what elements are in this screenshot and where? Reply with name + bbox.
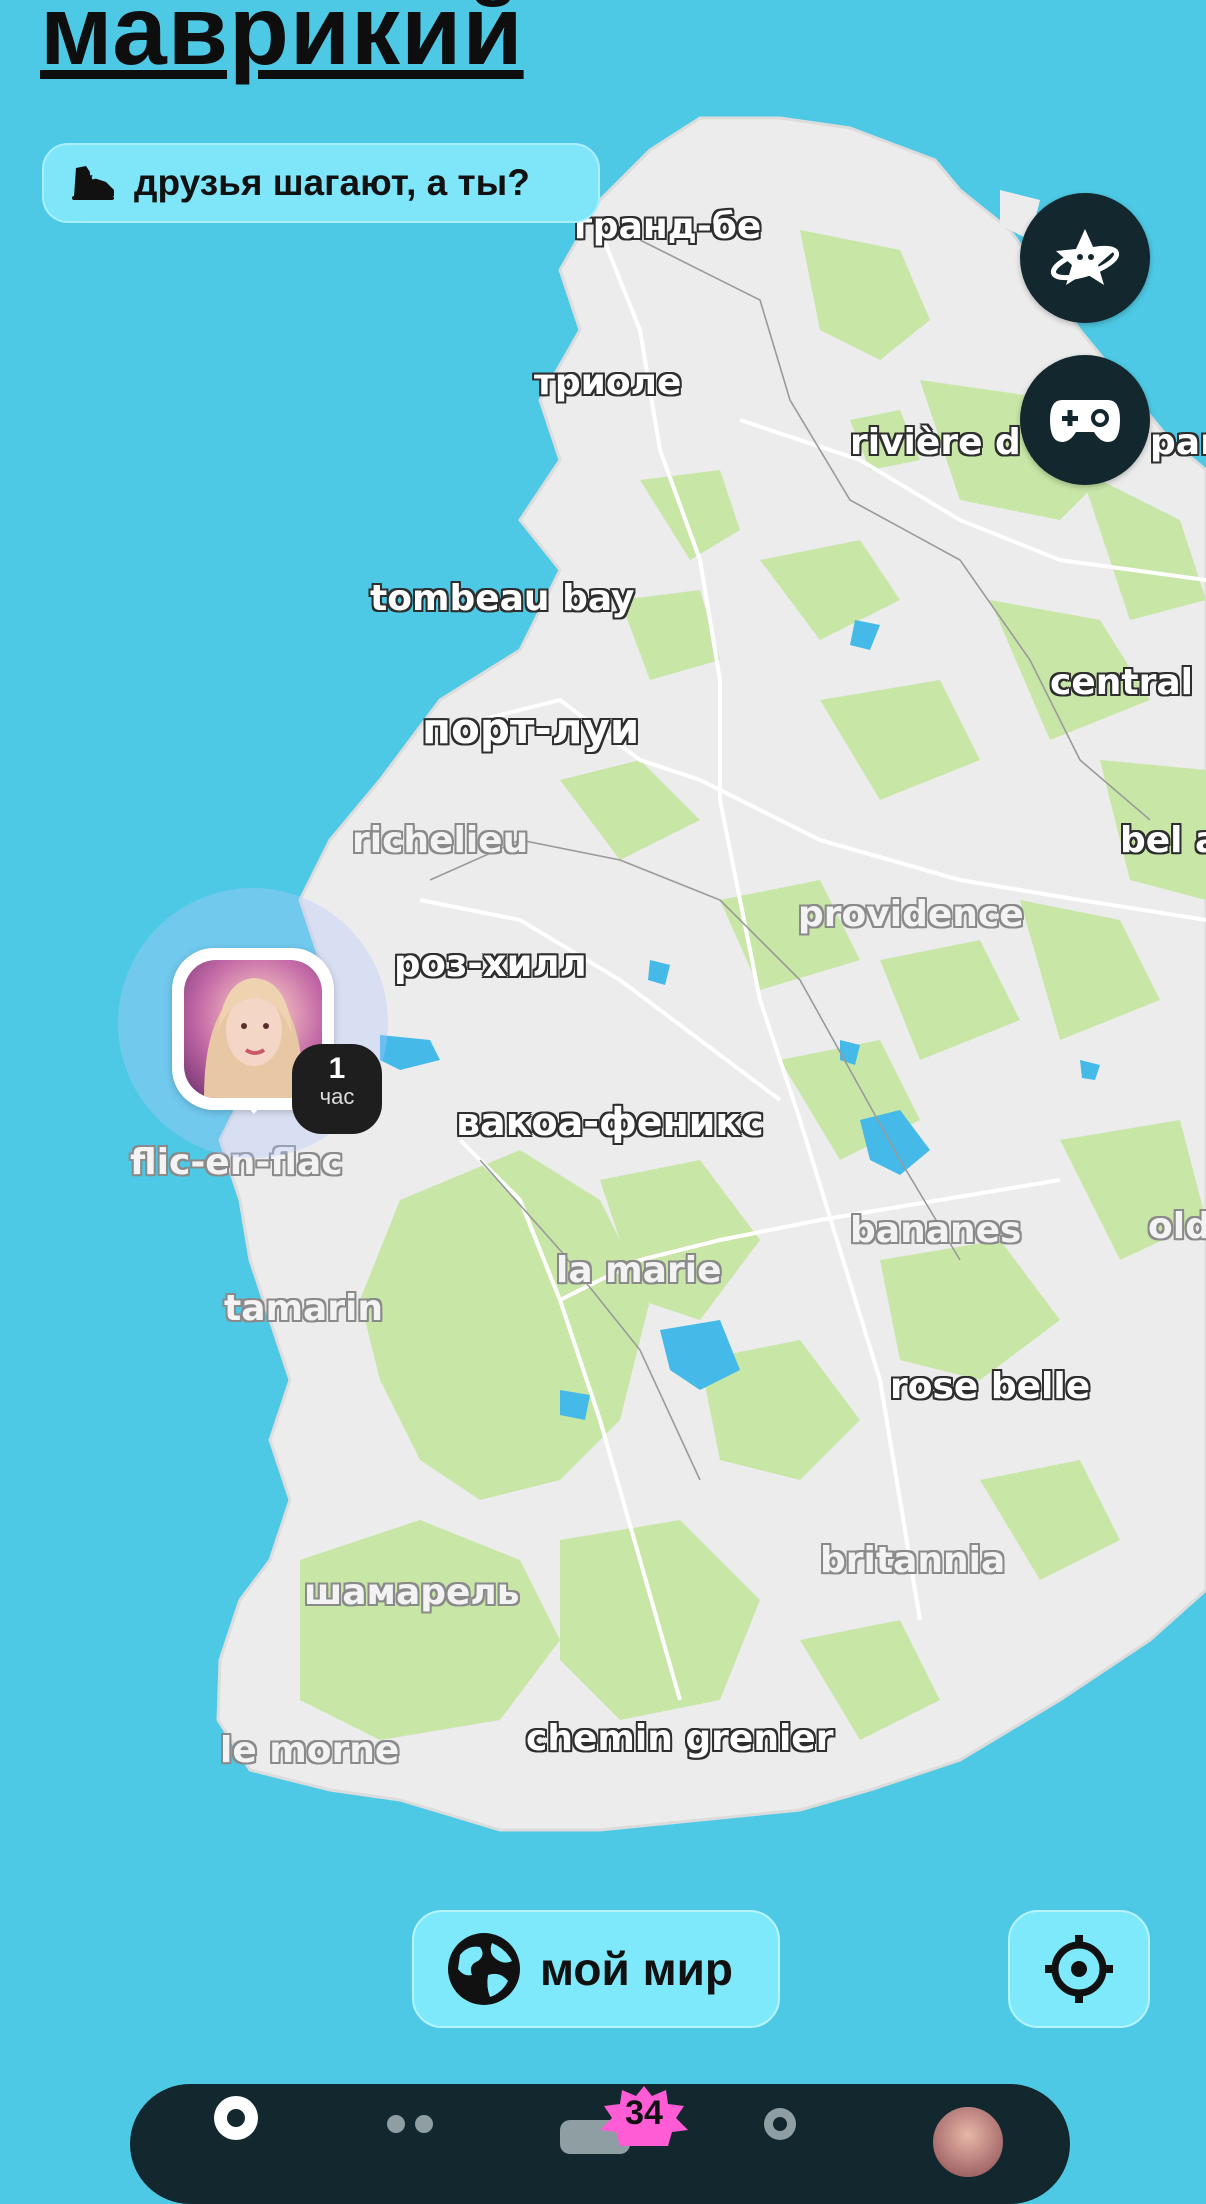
- map-label-britannia[interactable]: britannia: [820, 1540, 1005, 1581]
- friends-icon: [387, 2115, 433, 2133]
- map-label-old[interactable]: old: [1148, 1206, 1206, 1247]
- map-label-riviere[interactable]: rivière d: [850, 422, 1021, 463]
- map-label-central[interactable]: central: [1050, 662, 1193, 703]
- gamepad-icon: [1050, 400, 1120, 442]
- steps-pill-label: друзья шагают, а ты?: [134, 162, 530, 203]
- map-label-vacoas-phoenix[interactable]: вакоа-феникс: [456, 1100, 764, 1144]
- person-icon: [764, 2108, 796, 2140]
- tab-map[interactable]: [208, 2092, 264, 2156]
- map-label-tombeau-bay[interactable]: tombeau bay: [370, 578, 635, 619]
- tab-people[interactable]: [756, 2104, 804, 2156]
- map-label-bananes[interactable]: bananes: [850, 1210, 1021, 1251]
- map-label-grand-baie[interactable]: гранд-бе: [574, 206, 761, 247]
- notification-count: 34: [625, 2094, 663, 2132]
- map-label-la-marie[interactable]: la marie: [556, 1250, 721, 1291]
- map-label-rose-hill[interactable]: роз-хилл: [394, 942, 587, 985]
- avatar-icon: [930, 2104, 1006, 2180]
- planet-star-icon: [1050, 229, 1120, 285]
- locate-me-button[interactable]: [1008, 1910, 1150, 2028]
- steps-pill-button[interactable]: друзья шагают, а ты?: [42, 143, 600, 223]
- tab-friends[interactable]: [380, 2110, 440, 2154]
- crosshair-icon: [1045, 1935, 1113, 2003]
- games-button[interactable]: [1020, 355, 1150, 485]
- my-world-button[interactable]: мой мир: [412, 1910, 780, 2028]
- last-seen-unit: час: [319, 1084, 355, 1109]
- map-label-le-morne[interactable]: le morne: [220, 1730, 399, 1771]
- last-seen-badge: 1 час: [292, 1044, 382, 1134]
- map-pin-icon: [214, 2096, 258, 2140]
- map-label-chemin-grenier[interactable]: chemin grenier: [526, 1718, 833, 1759]
- map-label-tamarin[interactable]: tamarin: [224, 1288, 383, 1329]
- page-title: маврикий: [40, 0, 524, 85]
- map-label-providence[interactable]: providence: [798, 894, 1024, 935]
- map-label-bel-air[interactable]: bel a: [1120, 820, 1206, 861]
- sneaker-icon: [72, 166, 114, 200]
- my-world-label: мой мир: [540, 1943, 733, 1995]
- map-label-chamarel[interactable]: шамарель: [304, 1572, 520, 1613]
- map-label-richelieu[interactable]: richelieu: [352, 820, 528, 861]
- map-label-par[interactable]: par: [1150, 422, 1206, 463]
- globe-icon: [448, 1933, 520, 2005]
- planet-star-button[interactable]: [1020, 193, 1150, 323]
- map-label-triolet[interactable]: триоле: [534, 362, 681, 403]
- last-seen-value: 1: [328, 1052, 346, 1085]
- avatar-pointer: [240, 1098, 268, 1114]
- tab-profile[interactable]: [930, 2104, 1006, 2180]
- map-label-port-louis[interactable]: порт-луи: [422, 704, 639, 753]
- notification-badge: 34: [596, 2086, 692, 2146]
- map-label-rose-belle[interactable]: rose belle: [890, 1366, 1090, 1407]
